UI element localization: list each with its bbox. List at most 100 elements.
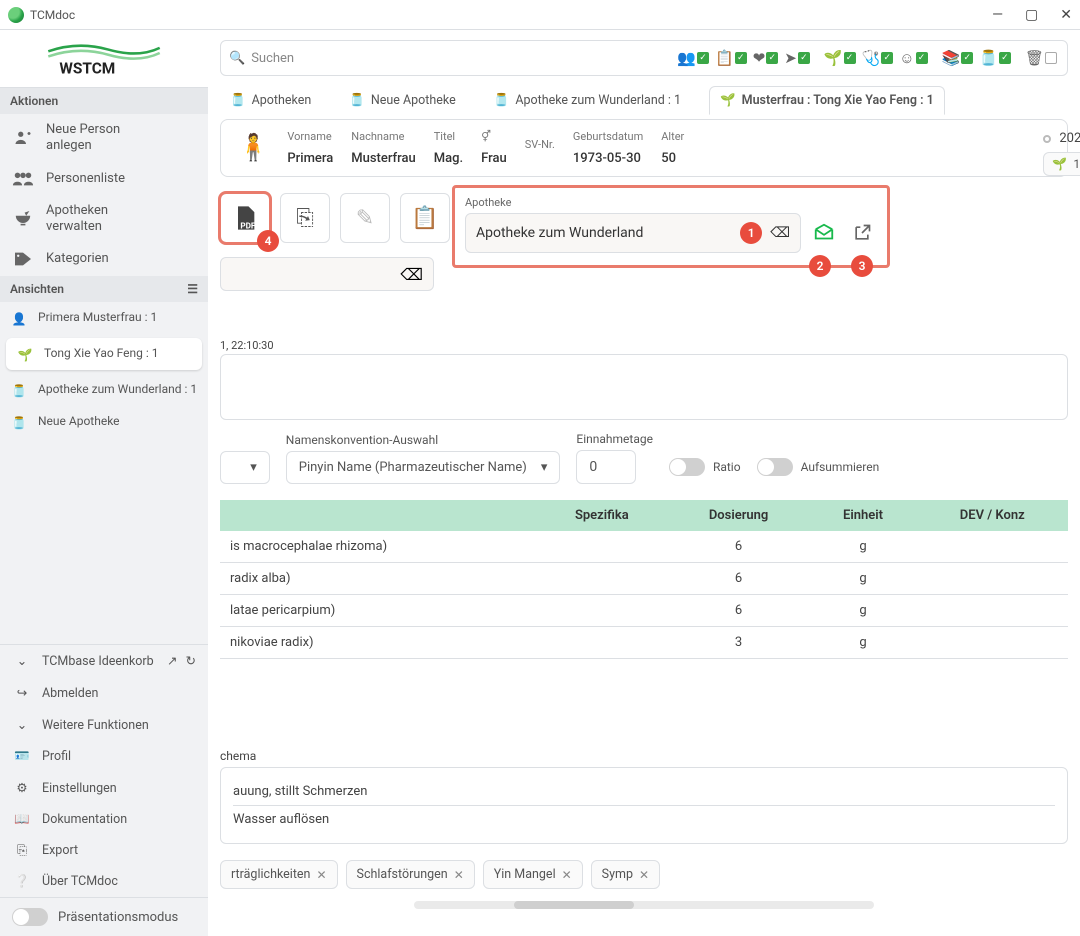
table-row[interactable]: latae pericarpium)6g — [220, 595, 1068, 627]
chip-remove-icon[interactable]: ✕ — [316, 868, 326, 882]
filter-clipboard[interactable]: 📋✓ — [713, 47, 749, 69]
sprout-icon: 🌱 — [720, 93, 736, 108]
nav-categories[interactable]: Kategorien — [0, 243, 208, 275]
gender-icon: ⚥ — [481, 130, 491, 143]
filter-people[interactable]: 👥✓ — [675, 47, 711, 69]
description-box[interactable]: auung, stillt Schmerzen Wasser auflösen — [220, 767, 1068, 844]
chip[interactable]: rträglichkeiten✕ — [220, 860, 338, 889]
about-row[interactable]: ❔Über TCMdoc — [0, 866, 208, 897]
history-entry-pill[interactable]: 🌱 1 🫙 — [1043, 152, 1080, 176]
nav-person-list[interactable]: Personenliste — [0, 163, 208, 195]
view-new-pharmacy[interactable]: 🫙 Neue Apotheke — [0, 406, 208, 438]
window-titlebar: TCMdoc — ▢ ✕ — [0, 0, 1080, 30]
patient-card: 🧍 VornamePrimera NachnameMusterfrau Tite… — [220, 119, 1068, 177]
logout-row[interactable]: ↪Abmelden — [0, 677, 208, 709]
chevron-down-icon: ⌄ — [12, 653, 32, 669]
app-title: TCMdoc — [30, 8, 75, 22]
profile-row[interactable]: 🪪Profil — [0, 741, 208, 772]
pharmacy-input[interactable]: Apotheke zum Wunderland 1 ⌫ — [465, 213, 801, 253]
nav-new-person[interactable]: Neue Person anlegen — [0, 114, 208, 163]
filter-steth[interactable]: 🩺✓ — [860, 47, 896, 69]
badge-3: 3 — [851, 255, 873, 277]
sprout-icon: 🌱 — [1052, 157, 1067, 171]
chip-remove-icon[interactable]: ✕ — [639, 868, 649, 882]
toolbar: 🔍 Suchen 👥✓ 📋✓ ❤✓ ➤✓ 🌱✓ 🩺✓ ☺✓ 📚✓ 🫙✓ 🗑 — [220, 40, 1068, 76]
view-person[interactable]: 👤 Primera Musterfrau : 1 — [0, 302, 208, 334]
horizontal-scrollbar[interactable] — [414, 901, 874, 909]
naming-dropdown[interactable]: Pinyin Name (Pharmazeutischer Name)▾ — [286, 451, 561, 484]
chevron-down-icon: ⌄ — [12, 717, 32, 733]
filter-icon[interactable]: ☰ — [187, 282, 198, 296]
table-row[interactable]: is macrocephalae rhizoma)6g — [220, 531, 1068, 563]
naming-label: Namenskonvention-Auswahl — [286, 433, 561, 447]
pdf-button[interactable]: PDF 4 — [220, 193, 270, 243]
symptom-chips: rträglichkeiten✕ Schlafstörungen✕ Yin Ma… — [220, 860, 1068, 889]
chip[interactable]: Symp✕ — [591, 860, 660, 889]
external-link-icon[interactable]: ↗ — [167, 653, 177, 669]
notes-box[interactable] — [220, 354, 1068, 420]
send-mail-button[interactable] — [809, 218, 839, 248]
tab-apotheken[interactable]: 🫙Apotheken — [220, 86, 321, 115]
filter-trash[interactable]: 🗑 — [1023, 47, 1059, 69]
clear-field[interactable]: ⌫ — [220, 257, 434, 291]
filter-face[interactable]: ☺✓ — [897, 47, 929, 69]
close-button[interactable]: ✕ — [1060, 7, 1072, 23]
small-dropdown[interactable]: ▾ — [220, 451, 270, 484]
export-row[interactable]: ⎘Export — [0, 835, 208, 866]
clear-icon[interactable]: ⌫ — [770, 225, 790, 241]
settings-row[interactable]: ⚙Einstellungen — [0, 772, 208, 804]
col-name — [220, 500, 536, 531]
id-card-icon: 🪪 — [12, 749, 32, 764]
scrollbar-thumb[interactable] — [514, 901, 634, 909]
minimize-button[interactable]: — — [992, 7, 1003, 23]
sum-toggle[interactable] — [757, 458, 793, 476]
person-icon: 🧍 — [237, 133, 269, 163]
filter-send[interactable]: ➤✓ — [782, 47, 812, 69]
tab-neue-apotheke[interactable]: 🫙Neue Apotheke — [339, 86, 466, 115]
refresh-icon[interactable]: ↻ — [186, 653, 196, 669]
schema-label: chema — [220, 749, 1068, 763]
ansichten-header: Ansichten ☰ — [0, 276, 208, 302]
presentation-mode-row: Präsentationsmodus — [0, 897, 208, 936]
aktionen-header: Aktionen — [0, 88, 208, 114]
tab-recipe-active[interactable]: 🌱Musterfrau : Tong Xie Yao Feng : 1 — [709, 86, 945, 115]
more-functions-row[interactable]: ⌄Weitere Funktionen — [0, 709, 208, 741]
search-box[interactable]: 🔍 Suchen — [229, 51, 671, 66]
filter-heart[interactable]: ❤✓ — [751, 47, 781, 69]
documentation-row[interactable]: 📖Dokumentation — [0, 804, 208, 835]
tab-apotheke-wunderland[interactable]: 🫙Apotheke zum Wunderland : 1 — [484, 86, 691, 115]
mortar-icon: 🫙 — [349, 93, 365, 108]
nav-item-label: Neue Person anlegen — [46, 122, 196, 155]
ingredients-table: Spezifika Dosierung Einheit DEV / Konz i… — [220, 500, 1068, 659]
nav-item-label: Personenliste — [46, 171, 196, 187]
presentation-mode-toggle[interactable] — [12, 908, 48, 926]
maximize-button[interactable]: ▢ — [1025, 7, 1038, 23]
ideenkorb-row[interactable]: ⌄ TCMbase Ideenkorb ↗ ↻ — [0, 645, 208, 677]
open-external-button[interactable] — [847, 218, 877, 248]
col-dosierung: Dosierung — [668, 500, 810, 531]
sidebar: WSTCM Aktionen Neue Person anlegen Perso… — [0, 30, 208, 936]
view-pharmacy[interactable]: 🫙 Apotheke zum Wunderland : 1 — [0, 374, 208, 406]
filter-book[interactable]: 📚✓ — [940, 47, 976, 69]
clear-icon[interactable]: ⌫ — [400, 265, 423, 284]
mortar-icon: 🫙 — [10, 416, 28, 430]
filter-sprout[interactable]: 🌱✓ — [822, 47, 858, 69]
sign-button[interactable]: ✎ — [340, 193, 390, 243]
paste-button[interactable]: 📋 — [400, 193, 450, 243]
chip[interactable]: Yin Mangel✕ — [483, 860, 583, 889]
table-row[interactable]: nikoviae radix)3g — [220, 627, 1068, 659]
filter-mortar[interactable]: 🫙✓ — [977, 47, 1013, 69]
ratio-toggle[interactable] — [669, 458, 705, 476]
copy-button[interactable]: ⎘ — [280, 193, 330, 243]
chip-remove-icon[interactable]: ✕ — [562, 868, 572, 882]
logo: WSTCM — [0, 30, 208, 88]
chip-remove-icon[interactable]: ✕ — [454, 868, 464, 882]
nav-pharmacies[interactable]: Apotheken verwalten — [0, 195, 208, 244]
chip[interactable]: Schlafstörungen✕ — [346, 860, 475, 889]
table-row[interactable]: radix alba)6g — [220, 563, 1068, 595]
days-input[interactable]: 0 — [576, 450, 636, 484]
view-recipe-active[interactable]: 🌱 Tong Xie Yao Feng : 1 — [6, 338, 202, 370]
help-icon: ❔ — [12, 874, 32, 889]
badge-2: 2 — [809, 255, 831, 277]
col-dev: DEV / Konz — [916, 500, 1068, 531]
